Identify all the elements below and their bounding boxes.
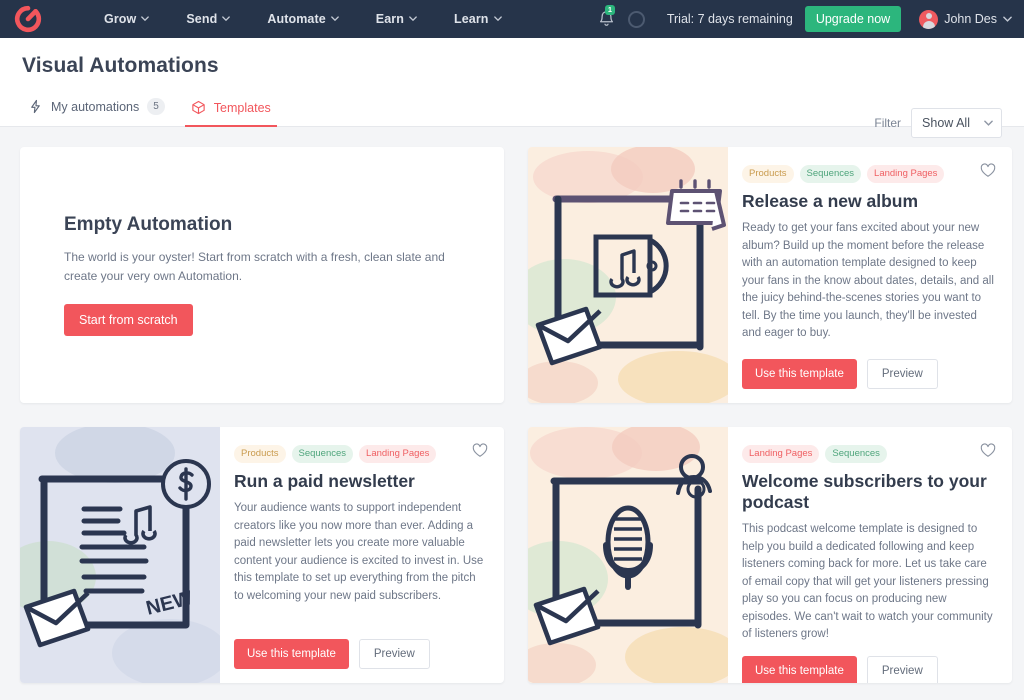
favorite-heart-icon[interactable] <box>472 443 488 459</box>
tab-my-automations-badge: 5 <box>147 98 165 115</box>
template-thumbnail-album <box>528 147 728 403</box>
tab-my-automations[interactable]: My automations 5 <box>22 92 185 126</box>
template-actions: Use this template Preview <box>234 627 486 669</box>
template-card: Products Sequences Landing Pages Release… <box>528 147 1012 403</box>
template-title: Run a paid newsletter <box>234 471 415 492</box>
chevron-down-icon <box>141 15 150 23</box>
use-this-template-button[interactable]: Use this template <box>742 359 857 389</box>
template-card: Landing Pages Sequences Welcome subscrib… <box>528 427 1012 683</box>
template-card-body: Products Sequences Landing Pages Run a p… <box>220 427 504 683</box>
template-title: Welcome subscribers to your podcast <box>742 471 987 513</box>
help-circle-icon[interactable] <box>627 10 645 28</box>
primary-nav: Grow Send Automate Earn Learn <box>104 12 502 26</box>
tabs: My automations 5 Templates <box>22 92 1002 127</box>
tag-landing-pages[interactable]: Landing Pages <box>359 445 437 464</box>
nav-item-learn-label: Learn <box>453 12 489 26</box>
start-from-scratch-button[interactable]: Start from scratch <box>64 303 193 336</box>
template-description: Ready to get your fans excited about you… <box>742 222 994 340</box>
tab-templates[interactable]: Templates <box>184 94 291 127</box>
nav-item-learn[interactable]: Learn <box>453 12 502 26</box>
lightning-bolt-icon <box>28 99 43 114</box>
notification-badge: 1 <box>604 5 616 15</box>
favorite-heart-icon[interactable] <box>980 163 996 179</box>
template-tags: Products Sequences Landing Pages <box>234 445 486 464</box>
chevron-down-icon <box>330 15 339 23</box>
filter-select-value: Show All <box>922 116 970 130</box>
tag-products[interactable]: Products <box>234 445 286 464</box>
tag-products[interactable]: Products <box>742 165 794 184</box>
tag-sequences[interactable]: Sequences <box>799 165 862 184</box>
template-description: This podcast welcome template is designe… <box>742 523 993 641</box>
empty-automation-title: Empty Automation <box>64 214 233 236</box>
preview-button[interactable]: Preview <box>866 655 938 683</box>
filter-select[interactable]: Show All <box>911 108 1002 138</box>
nav-item-send-label: Send <box>186 12 218 26</box>
avatar <box>919 9 939 29</box>
use-this-template-button[interactable]: Use this template <box>234 639 349 669</box>
filter-label: Filter <box>874 116 902 130</box>
templates-grid: Empty Automation The world is your oyste… <box>0 127 1024 700</box>
filter-area: Filter Show All <box>874 108 1002 138</box>
convertkit-logo-icon[interactable] <box>14 5 42 33</box>
trial-status-text: Trial: 7 days remaining <box>666 12 793 26</box>
top-navbar: Grow Send Automate Earn Learn 1 Trial: 7… <box>0 0 1024 38</box>
tag-sequences[interactable]: Sequences <box>291 445 354 464</box>
nav-item-earn-label: Earn <box>375 12 404 26</box>
cube-icon <box>191 100 206 115</box>
use-this-template-button[interactable]: Use this template <box>742 655 857 683</box>
nav-item-grow-label: Grow <box>104 12 137 26</box>
tag-sequences[interactable]: Sequences <box>825 445 887 464</box>
preview-button[interactable]: Preview <box>358 639 430 669</box>
template-description: Your audience wants to support independe… <box>234 502 484 602</box>
tag-landing-pages[interactable]: Landing Pages <box>867 165 945 184</box>
template-card-body: Products Sequences Landing Pages Release… <box>728 147 1012 403</box>
empty-automation-content: Empty Automation The world is your oyste… <box>64 214 456 336</box>
page-header: Visual Automations My automations 5 Temp… <box>0 38 1024 138</box>
template-tags: Landing Pages Sequences <box>742 445 994 464</box>
favorite-heart-icon[interactable] <box>980 443 996 459</box>
chevron-down-icon <box>409 15 417 23</box>
notifications-button[interactable]: 1 <box>597 5 616 30</box>
template-actions: Use this template Preview <box>742 347 994 389</box>
template-card-body: Landing Pages Sequences Welcome subscrib… <box>728 427 1012 683</box>
nav-item-grow[interactable]: Grow <box>104 12 150 26</box>
nav-item-send[interactable]: Send <box>186 12 231 26</box>
empty-automation-card: Empty Automation The world is your oyste… <box>20 147 504 403</box>
upgrade-now-button[interactable]: Upgrade now <box>804 6 902 32</box>
preview-button[interactable]: Preview <box>866 359 938 389</box>
tab-templates-label: Templates <box>213 100 271 115</box>
chevron-down-icon <box>1003 16 1012 23</box>
chevron-down-icon <box>222 15 231 23</box>
template-card: NEW Products Sequences Landing Pages Run… <box>20 427 504 683</box>
tag-landing-pages[interactable]: Landing Pages <box>742 445 820 464</box>
template-thumbnail-podcast <box>528 427 728 683</box>
nav-item-automate[interactable]: Automate <box>267 12 339 26</box>
user-menu[interactable]: John Des <box>919 9 1012 29</box>
page-title: Visual Automations <box>22 54 219 77</box>
nav-item-earn[interactable]: Earn <box>375 12 417 26</box>
template-title: Release a new album <box>742 191 919 212</box>
template-actions: Use this template Preview <box>742 644 994 683</box>
user-menu-label: John Des <box>944 12 997 26</box>
empty-automation-description: The world is your oyster! Start from scr… <box>64 250 445 283</box>
chevron-down-icon <box>984 120 993 127</box>
chevron-down-icon <box>493 15 502 23</box>
template-tags: Products Sequences Landing Pages <box>742 165 994 184</box>
nav-item-automate-label: Automate <box>267 12 326 26</box>
navbar-right-section: 1 Trial: 7 days remaining Upgrade now Jo… <box>597 5 1012 32</box>
template-thumbnail-newsletter: NEW <box>20 427 220 683</box>
tab-my-automations-label: My automations <box>51 99 140 114</box>
